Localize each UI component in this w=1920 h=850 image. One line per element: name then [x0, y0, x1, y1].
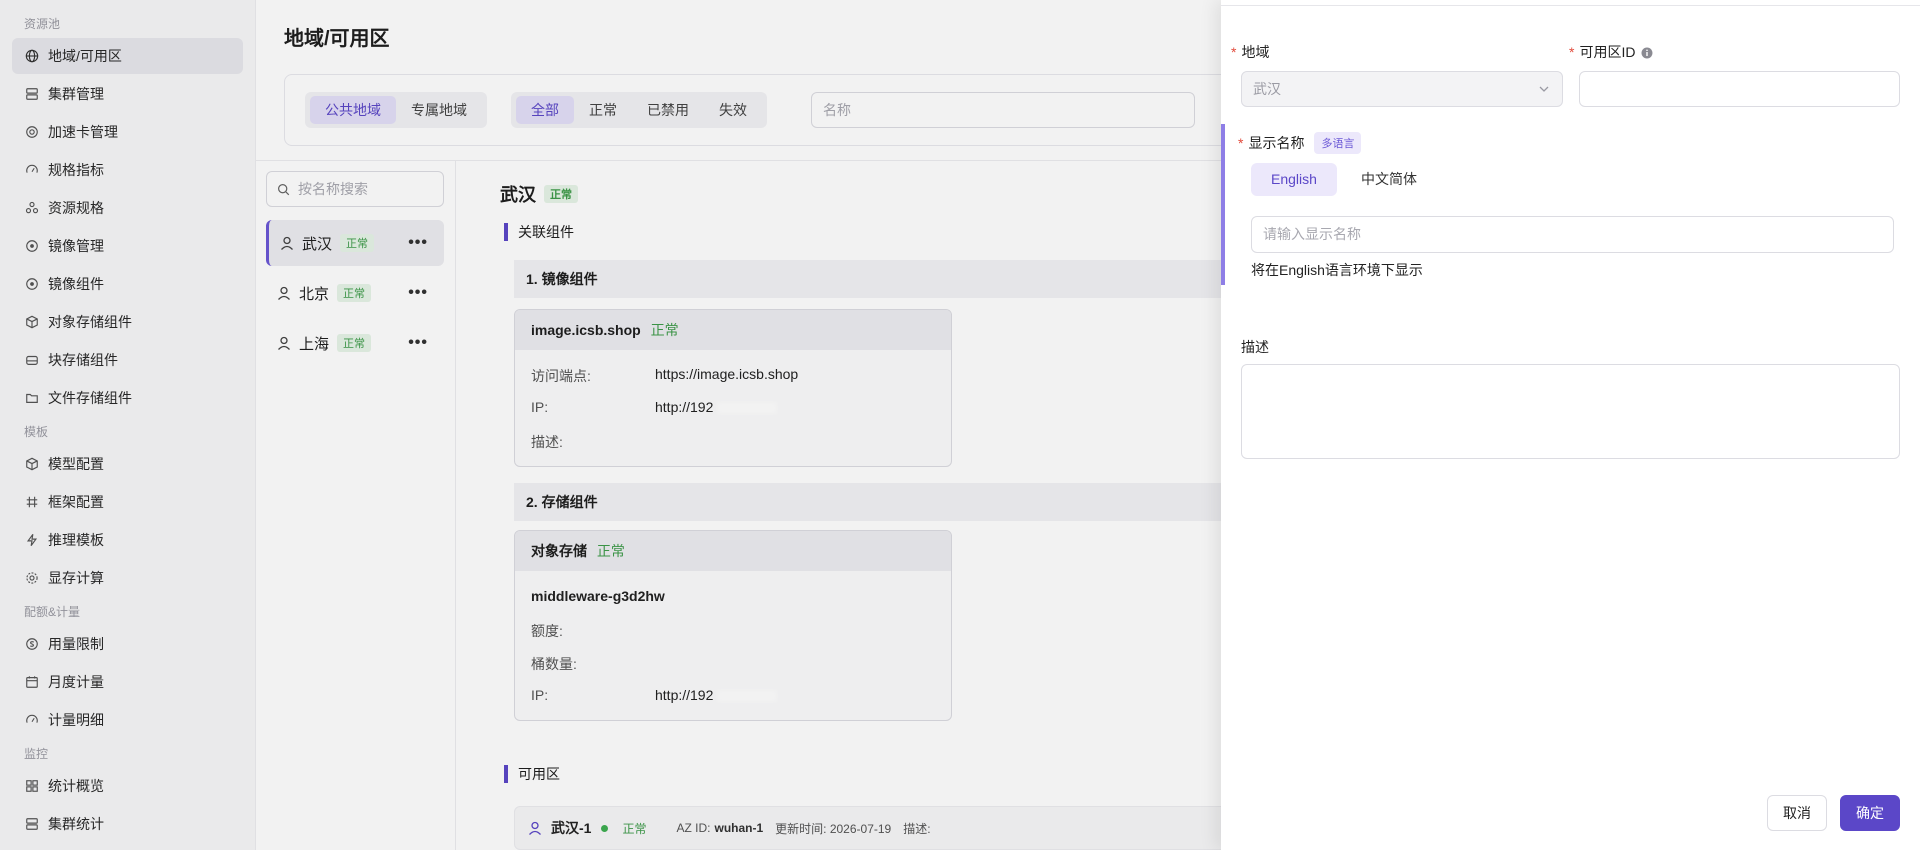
- chevron-down-icon: [1538, 72, 1550, 118]
- region-select-value: 武汉: [1253, 81, 1281, 97]
- description-field-label: 描述: [1241, 339, 1269, 355]
- tab-chinese-simplified[interactable]: 中文简体: [1341, 163, 1437, 196]
- tab-english[interactable]: English: [1251, 163, 1337, 196]
- az-id-field-label: * 可用区ID: [1569, 42, 1653, 62]
- display-name-input[interactable]: 请输入显示名称: [1251, 216, 1894, 253]
- modal-overlay[interactable]: [0, 0, 1221, 850]
- confirm-button[interactable]: 确定: [1840, 795, 1900, 831]
- region-select[interactable]: 武汉: [1241, 71, 1563, 107]
- active-field-accent: [1221, 124, 1225, 285]
- cancel-button[interactable]: 取消: [1767, 795, 1827, 831]
- display-name-hint: 将在English语言环境下显示: [1251, 262, 1423, 278]
- az-id-input[interactable]: [1579, 71, 1900, 107]
- info-icon[interactable]: [1641, 47, 1653, 59]
- display-name-field-label: * 显示名称 多语言: [1238, 132, 1362, 154]
- description-textarea[interactable]: [1241, 364, 1900, 459]
- region-field-label: * 地域: [1231, 44, 1270, 60]
- edit-drawer: * 地域 * 可用区ID 武汉 * 显示名称 多语言 English 中文简体 请输入…: [1221, 0, 1920, 850]
- multilang-badge: 多语言: [1314, 132, 1362, 154]
- drawer-top-divider: [1221, 5, 1920, 6]
